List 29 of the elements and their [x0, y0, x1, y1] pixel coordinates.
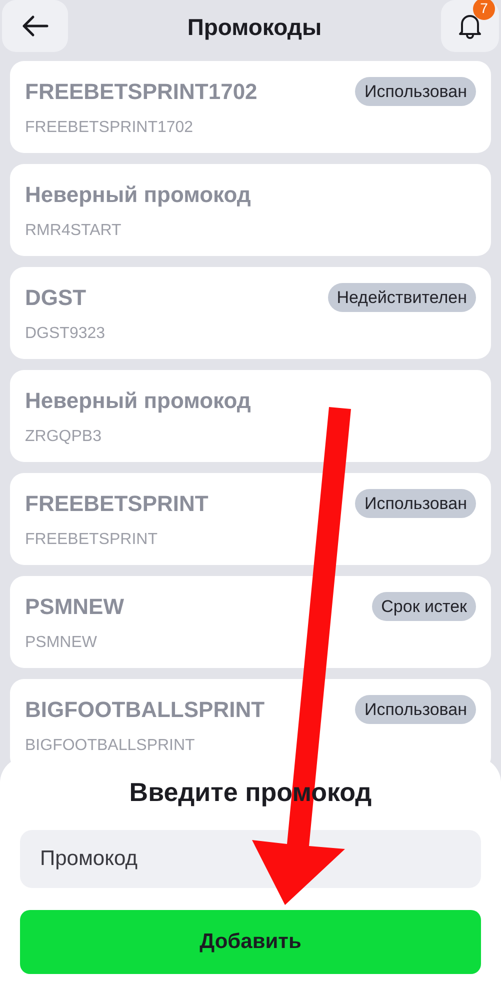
- promocode-value: ZRGQPB3: [25, 427, 102, 447]
- add-button[interactable]: Добавить: [20, 910, 481, 974]
- promocode-value: RMR4START: [25, 221, 122, 241]
- back-arrow-icon: [21, 14, 49, 36]
- promocode-card[interactable]: DGST Недействителен DGST9323: [10, 267, 491, 359]
- promocode-value: DGST9323: [25, 324, 106, 344]
- promocode-title: DGST: [25, 284, 86, 312]
- bell-icon: [458, 12, 482, 38]
- promocode-value: PSMNEW: [25, 633, 98, 653]
- status-badge: Недействителен: [328, 282, 476, 312]
- promocode-title: FREEBETSPRINT: [25, 490, 208, 518]
- promocode-card[interactable]: FREEBETSPRINT1702 Использован FREEBETSPRINT1702: [10, 61, 491, 153]
- status-badge: Использован: [355, 488, 476, 518]
- promocode-value: FREEBETSPRINT1702: [25, 118, 194, 138]
- promocode-title: FREEBETSPRINT1702: [25, 78, 258, 106]
- status-badge: Использован: [355, 76, 476, 106]
- promocode-value: FREEBETSPRINT: [25, 530, 158, 550]
- promocode-value: BIGFOOTBALLSPRINT: [25, 736, 196, 756]
- promocode-title: BIGFOOTBALLSPRINT: [25, 696, 265, 724]
- notification-count-badge: 7: [472, 0, 495, 20]
- back-button[interactable]: [2, 0, 68, 52]
- promocode-card[interactable]: FREEBETSPRINT Использован FREEBETSPRINT: [10, 473, 491, 565]
- promocode-card[interactable]: PSMNEW Срок истек PSMNEW: [10, 576, 491, 668]
- page-title: Промокоды: [187, 13, 322, 42]
- promocode-title: Неверный промокод: [25, 181, 251, 209]
- status-badge: Использован: [355, 694, 476, 724]
- status-badge: Срок истек: [372, 592, 476, 622]
- promocode-title: PSMNEW: [25, 593, 124, 621]
- promocode-title: Неверный промокод: [25, 387, 251, 415]
